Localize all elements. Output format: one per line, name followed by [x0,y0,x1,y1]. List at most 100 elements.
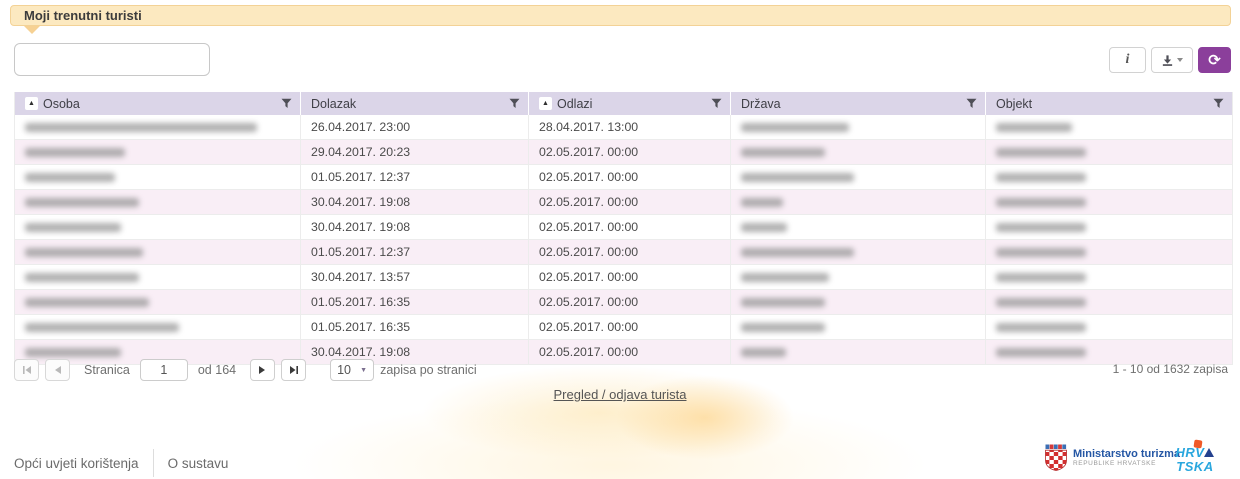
redacted-country-text [741,323,825,332]
redacted-person-link[interactable] [25,148,125,157]
table-row[interactable]: 01.05.2017. 12:3702.05.2017. 00:00 [15,240,1232,265]
redacted-person-link[interactable] [25,323,179,332]
departure-cell: 02.05.2017. 00:00 [529,240,731,264]
terms-link[interactable]: Opći uvjeti korištenja [14,456,139,471]
country-cell [731,115,986,139]
redacted-object-text [996,198,1086,207]
redacted-object-text [996,298,1086,307]
record-range-label: 1 - 10 od 1632 zapisa [1113,362,1228,376]
footer-divider [153,449,154,477]
redacted-object-text [996,123,1072,132]
redacted-person-link[interactable] [25,198,139,207]
person-cell [15,240,301,264]
departure-cell: 02.05.2017. 00:00 [529,340,731,364]
filter-funnel-icon[interactable] [966,98,977,109]
redacted-country-text [741,173,854,182]
redacted-person-link[interactable] [25,298,149,307]
column-label: Dolazak [311,97,356,111]
column-label: Osoba [43,97,80,111]
next-page-button[interactable] [250,359,275,381]
redacted-person-link[interactable] [25,173,115,182]
table-row[interactable]: 26.04.2017. 23:0028.04.2017. 13:00 [15,115,1232,140]
tab-pointer-arrow [24,26,40,34]
last-page-button[interactable] [281,359,306,381]
column-header-osoba[interactable]: ▲ Osoba [15,92,301,115]
person-cell [15,140,301,164]
info-icon: i [1126,52,1130,68]
object-cell [986,115,1232,139]
grid-search-input[interactable] [14,43,210,76]
tourists-grid: ▲ Osoba Dolazak ▲Odlazi Država Objekt 26.04.2… [14,92,1233,365]
filter-funnel-icon[interactable] [281,98,292,109]
info-button[interactable]: i [1109,47,1146,73]
redacted-country-text [741,148,825,157]
previous-page-button[interactable] [45,359,70,381]
arrow-right-icon [258,365,267,375]
tab-moji-trenutni-turisti[interactable]: Moji trenutni turisti [10,5,1231,26]
filter-funnel-icon[interactable] [509,98,520,109]
table-body: 26.04.2017. 23:0028.04.2017. 13:0029.04.… [15,115,1232,365]
departure-cell: 02.05.2017. 00:00 [529,215,731,239]
country-cell [731,340,986,364]
redacted-person-link[interactable] [25,223,121,232]
arrival-cell: 01.05.2017. 16:35 [301,290,529,314]
column-label: Država [741,97,781,111]
arrival-cell: 01.05.2017. 12:37 [301,240,529,264]
table-row[interactable]: 01.05.2017. 16:3502.05.2017. 00:00 [15,290,1232,315]
table-row[interactable]: 01.05.2017. 16:3502.05.2017. 00:00 [15,315,1232,340]
country-cell [731,190,986,214]
departure-cell: 28.04.2017. 13:00 [529,115,731,139]
object-cell [986,240,1232,264]
first-page-button[interactable] [14,359,39,381]
table-row[interactable]: 30.04.2017. 19:0802.05.2017. 00:00 [15,190,1232,215]
redacted-person-link[interactable] [25,248,143,257]
column-header-objekt[interactable]: Objekt [986,92,1232,115]
object-cell [986,140,1232,164]
arrival-cell: 01.05.2017. 16:35 [301,315,529,339]
person-cell [15,265,301,289]
redacted-person-link[interactable] [25,348,121,357]
object-cell [986,340,1232,364]
person-cell [15,165,301,189]
redacted-person-link[interactable] [25,123,257,132]
croatian-coat-of-arms-icon [1045,444,1067,471]
chevron-down-icon [1177,58,1183,62]
htz-wordmark: HRVTSKA [1158,446,1232,474]
redacted-person-link[interactable] [25,273,139,282]
country-cell [731,290,986,314]
redacted-country-text [741,348,786,357]
table-header-row: ▲ Osoba Dolazak ▲Odlazi Država Objekt [15,92,1232,115]
table-row[interactable]: 30.04.2017. 13:5702.05.2017. 00:00 [15,265,1232,290]
page-number-input[interactable] [140,359,188,381]
arrival-cell: 30.04.2017. 19:08 [301,215,529,239]
table-row[interactable]: 30.04.2017. 19:0802.05.2017. 00:00 [15,215,1232,240]
departure-cell: 02.05.2017. 00:00 [529,265,731,289]
page-size-select[interactable]: 10 ▼ [330,359,374,381]
column-label: Odlazi [557,97,592,111]
pregled-odjava-turista-link[interactable]: Pregled / odjava turista [554,387,687,402]
person-cell [15,215,301,239]
departure-cell: 02.05.2017. 00:00 [529,315,731,339]
about-system-link[interactable]: O sustavu [168,456,229,471]
redacted-object-text [996,173,1086,182]
filter-funnel-icon[interactable] [1213,98,1224,109]
column-header-dolazak[interactable]: Dolazak [301,92,529,115]
filter-funnel-icon[interactable] [711,98,722,109]
per-page-label: zapisa po stranici [380,363,477,377]
page-label: Stranica [84,363,130,377]
object-cell [986,215,1232,239]
export-button[interactable] [1151,47,1193,73]
decorative-blob [290,395,930,479]
departure-cell: 02.05.2017. 00:00 [529,290,731,314]
sort-ascending-icon: ▲ [25,97,38,110]
arrival-cell: 30.04.2017. 13:57 [301,265,529,289]
table-row[interactable]: 01.05.2017. 12:3702.05.2017. 00:00 [15,165,1232,190]
refresh-button[interactable]: ⟳ [1198,47,1231,73]
arrow-left-icon [53,365,62,375]
redacted-object-text [996,323,1086,332]
page-count-label: od 164 [198,363,236,377]
column-header-odlazi[interactable]: ▲Odlazi [529,92,731,115]
column-header-država[interactable]: Država [731,92,986,115]
table-row[interactable]: 29.04.2017. 20:2302.05.2017. 00:00 [15,140,1232,165]
object-cell [986,190,1232,214]
